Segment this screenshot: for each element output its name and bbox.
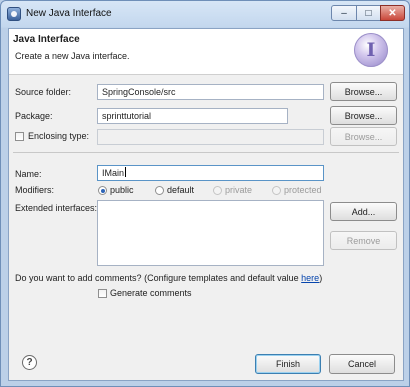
- remove-interface-button: Remove: [330, 231, 397, 250]
- enclosing-type-label: Enclosing type:: [28, 131, 90, 141]
- text-cursor: [125, 167, 127, 177]
- maximize-button[interactable]: □: [356, 5, 381, 21]
- help-icon[interactable]: ?: [22, 355, 37, 370]
- generate-comments-label: Generate comments: [110, 288, 192, 298]
- generate-comments-checkbox[interactable]: [98, 289, 107, 298]
- wizard-header: Java Interface Create a new Java interfa…: [9, 29, 403, 75]
- title-bar[interactable]: New Java Interface – □ ✕: [1, 1, 409, 27]
- modifier-default-label: default: [167, 185, 195, 195]
- source-folder-label: Source folder:: [15, 87, 72, 97]
- enclosing-type-input: [97, 129, 324, 145]
- configure-templates-link[interactable]: here: [301, 273, 319, 283]
- close-button[interactable]: ✕: [380, 5, 405, 21]
- modifier-public-radio[interactable]: [98, 186, 107, 195]
- minimize-button[interactable]: –: [331, 5, 357, 21]
- modifier-private-radio: [213, 186, 222, 195]
- cancel-button[interactable]: Cancel: [329, 354, 395, 374]
- package-input[interactable]: sprinttutorial: [97, 108, 288, 124]
- separator: [13, 152, 399, 153]
- comments-prompt-suffix: ): [319, 273, 323, 283]
- window-title: New Java Interface: [26, 8, 112, 19]
- extended-interfaces-label: Extended interfaces:: [15, 203, 98, 213]
- name-label: Name:: [15, 169, 42, 179]
- source-folder-browse-button[interactable]: Browse...: [330, 82, 397, 101]
- enclosing-type-browse-button: Browse...: [330, 127, 397, 146]
- interface-wizard-icon: I: [354, 33, 388, 67]
- modifiers-label: Modifiers:: [15, 185, 55, 195]
- dialog-client-area: Java Interface Create a new Java interfa…: [8, 28, 404, 381]
- source-folder-input[interactable]: SpringConsole/src: [97, 84, 324, 100]
- modifier-protected-label: protected: [284, 185, 322, 195]
- finish-button[interactable]: Finish: [255, 354, 321, 374]
- page-subtitle: Create a new Java interface.: [15, 51, 130, 61]
- dialog-window: New Java Interface – □ ✕ Java Interface …: [0, 0, 410, 387]
- name-input[interactable]: IMain: [97, 165, 324, 181]
- modifier-protected-radio: [272, 186, 281, 195]
- eclipse-app-icon: [7, 7, 21, 21]
- package-browse-button[interactable]: Browse...: [330, 106, 397, 125]
- modifier-public-label: public: [110, 185, 134, 195]
- enclosing-type-checkbox[interactable]: [15, 132, 24, 141]
- package-label: Package:: [15, 111, 53, 121]
- comments-prompt-text: Do you want to add comments? (Configure …: [15, 273, 302, 283]
- name-input-value: IMain: [102, 168, 125, 178]
- modifier-private-label: private: [225, 185, 253, 195]
- page-title: Java Interface: [13, 34, 80, 45]
- comments-prompt: Do you want to add comments? (Configure …: [15, 273, 322, 283]
- add-interface-button[interactable]: Add...: [330, 202, 397, 221]
- extended-interfaces-list[interactable]: [97, 200, 324, 266]
- modifier-default-radio[interactable]: [155, 186, 164, 195]
